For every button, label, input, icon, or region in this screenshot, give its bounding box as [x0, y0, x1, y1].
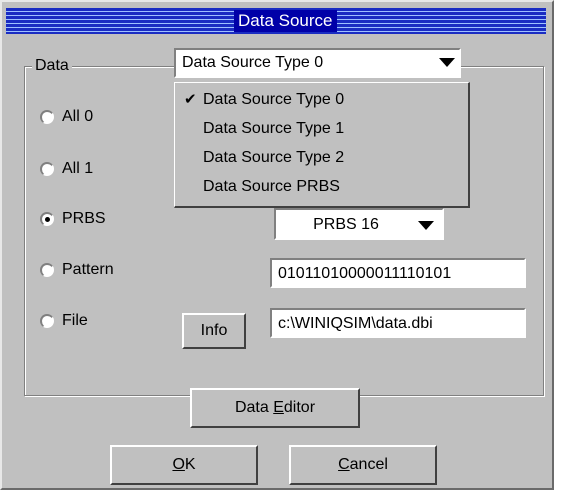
radio-file-circle[interactable]	[40, 314, 54, 328]
data-group-label: Data	[32, 57, 72, 75]
radio-pattern[interactable]: Pattern	[40, 259, 114, 281]
radio-pattern-label: Pattern	[62, 261, 114, 278]
radio-all0-circle[interactable]	[40, 110, 54, 124]
radio-selected-dot	[45, 217, 50, 222]
data-source-type-dropdown: ✔ Data Source Type 0 Data Source Type 1 …	[174, 82, 470, 208]
radio-prbs[interactable]: PRBS	[40, 208, 106, 230]
chevron-down-icon[interactable]	[439, 58, 455, 67]
radio-prbs-label: PRBS	[62, 210, 106, 227]
dropdown-item-type0[interactable]: Data Source Type 0	[203, 88, 344, 112]
info-button-label: Info	[200, 322, 228, 339]
window-title: Data Source	[234, 10, 337, 32]
prbs-order-value: PRBS 16	[313, 216, 379, 233]
dialog-window: Data Source Data All 0 All 1 PRBS Patter…	[0, 0, 554, 490]
data-source-type-value: Data Source Type 0	[182, 54, 324, 71]
radio-prbs-circle[interactable]	[40, 212, 54, 226]
pattern-input[interactable]: 01011010000011110101	[270, 258, 526, 288]
ok-button[interactable]: OK	[110, 445, 258, 485]
radio-all0-label: All 0	[62, 108, 94, 125]
radio-file-label: File	[62, 312, 88, 329]
data-editor-button[interactable]: Data Editor	[190, 388, 360, 428]
cancel-button[interactable]: Cancel	[289, 445, 437, 485]
file-path-input[interactable]: c:\WINIQSIM\data.dbi	[270, 308, 526, 338]
dropdown-item-type2[interactable]: Data Source Type 2	[203, 146, 344, 170]
radio-all1-circle[interactable]	[40, 162, 54, 176]
radio-all1-label: All 1	[62, 160, 94, 177]
data-editor-label: Data Editor	[234, 399, 316, 416]
cancel-button-label: Cancel	[338, 456, 388, 473]
radio-all1[interactable]: All 1	[40, 158, 93, 180]
radio-file[interactable]: File	[40, 310, 88, 332]
file-path-value: c:\WINIQSIM\data.dbi	[278, 315, 433, 332]
checkmark-icon: ✔	[184, 91, 197, 108]
chevron-down-icon[interactable]	[418, 221, 434, 230]
radio-pattern-circle[interactable]	[40, 263, 54, 277]
info-button[interactable]: Info	[182, 313, 246, 349]
dropdown-item-prbs[interactable]: Data Source PRBS	[203, 175, 340, 199]
pattern-value: 01011010000011110101	[278, 265, 452, 282]
prbs-order-select[interactable]: PRBS 16	[274, 208, 444, 240]
ok-button-label: OK	[172, 456, 196, 473]
data-source-type-select[interactable]: Data Source Type 0	[174, 48, 461, 78]
radio-all0[interactable]: All 0	[40, 106, 93, 128]
title-bar[interactable]: Data Source	[6, 8, 546, 34]
dropdown-item-type1[interactable]: Data Source Type 1	[203, 117, 344, 141]
